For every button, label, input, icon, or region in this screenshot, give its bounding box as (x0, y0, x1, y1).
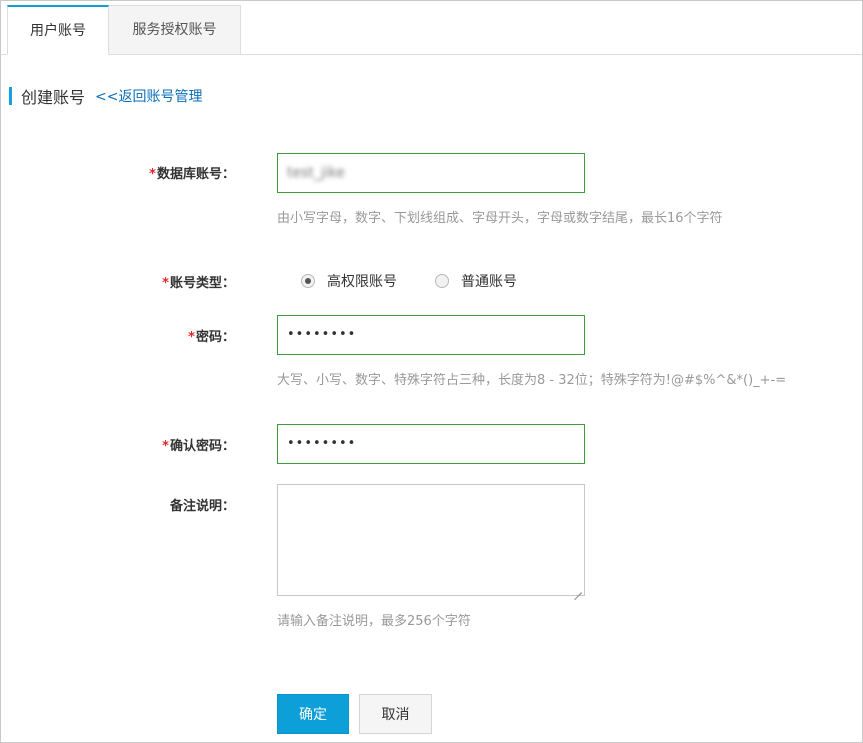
required-mark: * (162, 276, 169, 291)
required-mark: * (162, 439, 169, 454)
required-mark: * (149, 167, 156, 182)
required-mark: * (188, 330, 195, 345)
confirm-password-label-text: 确认密码： (169, 439, 235, 454)
tab-user-account[interactable]: 用户账号 (7, 5, 109, 55)
remark-label-text: 备注说明： (169, 499, 235, 514)
radio-high-privilege[interactable] (301, 274, 315, 288)
password-label: *密码： (188, 326, 235, 345)
confirm-password-value: •••••••• (287, 436, 357, 451)
db-account-label: *数据库账号： (149, 163, 235, 182)
back-to-account-management-link[interactable]: <<返回账号管理 (95, 86, 202, 106)
db-account-label-text: 数据库账号： (156, 167, 235, 182)
confirm-password-label: *确认密码： (162, 435, 235, 454)
db-account-input[interactable]: test_jike (277, 153, 585, 193)
password-input[interactable]: •••••••• (277, 315, 585, 355)
password-label-text: 密码： (195, 330, 235, 345)
password-value: •••••••• (287, 327, 357, 342)
cancel-button[interactable]: 取消 (359, 694, 432, 734)
tab-service-auth-account[interactable]: 服务授权账号 (109, 5, 241, 55)
remark-hint: 请输入备注说明，最多256个字符 (277, 614, 471, 629)
title-accent-bar (9, 87, 12, 105)
resize-grip-icon[interactable] (574, 585, 582, 593)
account-type-label-text: 账号类型： (169, 276, 235, 291)
radio-selected-dot (305, 278, 311, 284)
remark-textarea[interactable] (277, 484, 585, 596)
account-type-radio-group: 高权限账号 普通账号 (301, 271, 555, 291)
page-header: 创建账号 <<返回账号管理 (9, 85, 202, 107)
page-frame: 用户账号 服务授权账号 创建账号 <<返回账号管理 *数据库账号： test_j… (0, 0, 863, 743)
db-account-value: test_jike (287, 165, 345, 181)
remark-label: 备注说明： (170, 495, 235, 514)
db-account-hint: 由小写字母，数字、下划线组成、字母开头，字母或数字结尾，最长16个字符 (277, 211, 723, 226)
page-title: 创建账号 (21, 88, 86, 107)
radio-normal-label[interactable]: 普通账号 (461, 271, 517, 291)
confirm-password-input[interactable]: •••••••• (277, 424, 585, 464)
password-hint: 大写、小写、数字、特殊字符占三种，长度为8 - 32位；特殊字符为!@#$%^&… (277, 373, 787, 388)
account-type-label: *账号类型： (162, 272, 235, 291)
radio-normal[interactable] (435, 274, 449, 288)
confirm-button[interactable]: 确定 (277, 694, 349, 734)
radio-high-privilege-label[interactable]: 高权限账号 (327, 271, 397, 291)
tab-bar: 用户账号 服务授权账号 (1, 1, 862, 55)
